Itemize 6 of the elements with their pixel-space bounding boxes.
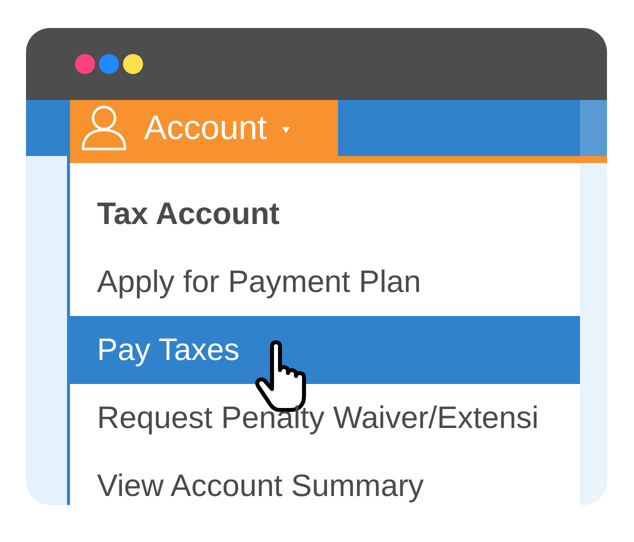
menu-item[interactable]: Apply for Payment Plan: [70, 248, 580, 316]
nav-bar-edge: [580, 100, 607, 156]
menu-heading: Tax Account: [96, 194, 281, 233]
menu-item[interactable]: Request Penalty Waiver/Extensi: [70, 384, 580, 452]
caret-icon: [280, 126, 291, 134]
menu-item[interactable]: View Account Summary: [70, 452, 580, 505]
